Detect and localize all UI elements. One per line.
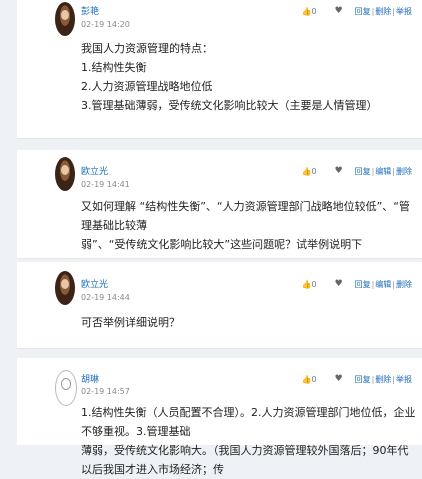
post-body: 又如何理解 “结构性失衡”、“人力资源管理部门战略地位较低”、“管理基础比较薄 …: [81, 200, 410, 251]
avatar[interactable]: [55, 2, 75, 36]
post-card: 欧立光 02-19 14:44 0 回复| 编辑| 删除 可否举例详细说明？: [17, 262, 422, 349]
post-actions: 0 回复| 删除| 举报: [302, 6, 413, 17]
action-link[interactable]: 编辑: [375, 166, 391, 177]
avatar[interactable]: [55, 370, 77, 406]
thumbs-up-icon[interactable]: [302, 375, 310, 384]
post-actions: 0 回复| 删除| 举报: [302, 374, 413, 385]
post-time: 02-19 14:41: [81, 180, 130, 189]
post-card: 欧立光 02-19 14:41 0 回复| 编辑| 删除 又如何理解 “结构性失…: [17, 150, 422, 259]
action-link[interactable]: 举报: [396, 6, 412, 17]
action-link[interactable]: 删除: [396, 279, 412, 290]
thumbs-up-icon[interactable]: [302, 280, 310, 289]
post-body: 1.结构性失衡（人员配置不合理）。2.人力资源管理部门地位低，企业不够重视。3.…: [81, 406, 416, 476]
post-author[interactable]: 胡琳: [81, 372, 99, 385]
heart-icon[interactable]: [335, 7, 343, 16]
post-author[interactable]: 欧立光: [81, 277, 108, 290]
thumbs-up-icon[interactable]: [302, 7, 310, 16]
post-actions: 0 回复| 编辑| 删除: [302, 166, 413, 177]
like-count: 0: [311, 280, 317, 289]
like-count: 0: [311, 167, 317, 176]
post-author[interactable]: 彭艳: [81, 4, 99, 17]
post-body: 我国人力资源管理的特点： 1.结构性失衡 2.人力资源管理战略地位低 3.管理基…: [81, 42, 378, 112]
action-link[interactable]: 回复: [355, 166, 371, 177]
post-card: 胡琳 02-19 14:57 0 回复| 删除| 举报 1.结构性失衡（人员配置…: [17, 358, 422, 476]
avatar[interactable]: [55, 157, 75, 191]
like-count: 0: [311, 375, 317, 384]
action-link[interactable]: 回复: [355, 279, 371, 290]
post-time: 02-19 14:20: [81, 20, 130, 29]
discussion-thread: 彭艳 02-19 14:20 0 回复| 删除| 举报 我国人力资源管理的特点：…: [0, 0, 422, 476]
action-link[interactable]: 删除: [375, 374, 391, 385]
post-time: 02-19 14:44: [81, 293, 130, 302]
heart-icon[interactable]: [335, 280, 343, 289]
like-count: 0: [311, 7, 317, 16]
action-link[interactable]: 举报: [396, 374, 412, 385]
post-author[interactable]: 欧立光: [81, 164, 108, 177]
post-body: 可否举例详细说明？: [81, 316, 180, 329]
thumbs-up-icon[interactable]: [302, 167, 310, 176]
action-link[interactable]: 回复: [355, 374, 371, 385]
heart-icon[interactable]: [335, 167, 343, 176]
post-actions: 0 回复| 编辑| 删除: [302, 279, 413, 290]
action-link[interactable]: 回复: [355, 6, 371, 17]
action-link[interactable]: 删除: [375, 6, 391, 17]
action-link[interactable]: 编辑: [375, 279, 391, 290]
action-link[interactable]: 删除: [396, 166, 412, 177]
post-time: 02-19 14:57: [81, 387, 130, 396]
post-card: 彭艳 02-19 14:20 0 回复| 删除| 举报 我国人力资源管理的特点：…: [17, 0, 422, 139]
avatar[interactable]: [55, 271, 75, 305]
heart-icon[interactable]: [335, 375, 343, 384]
